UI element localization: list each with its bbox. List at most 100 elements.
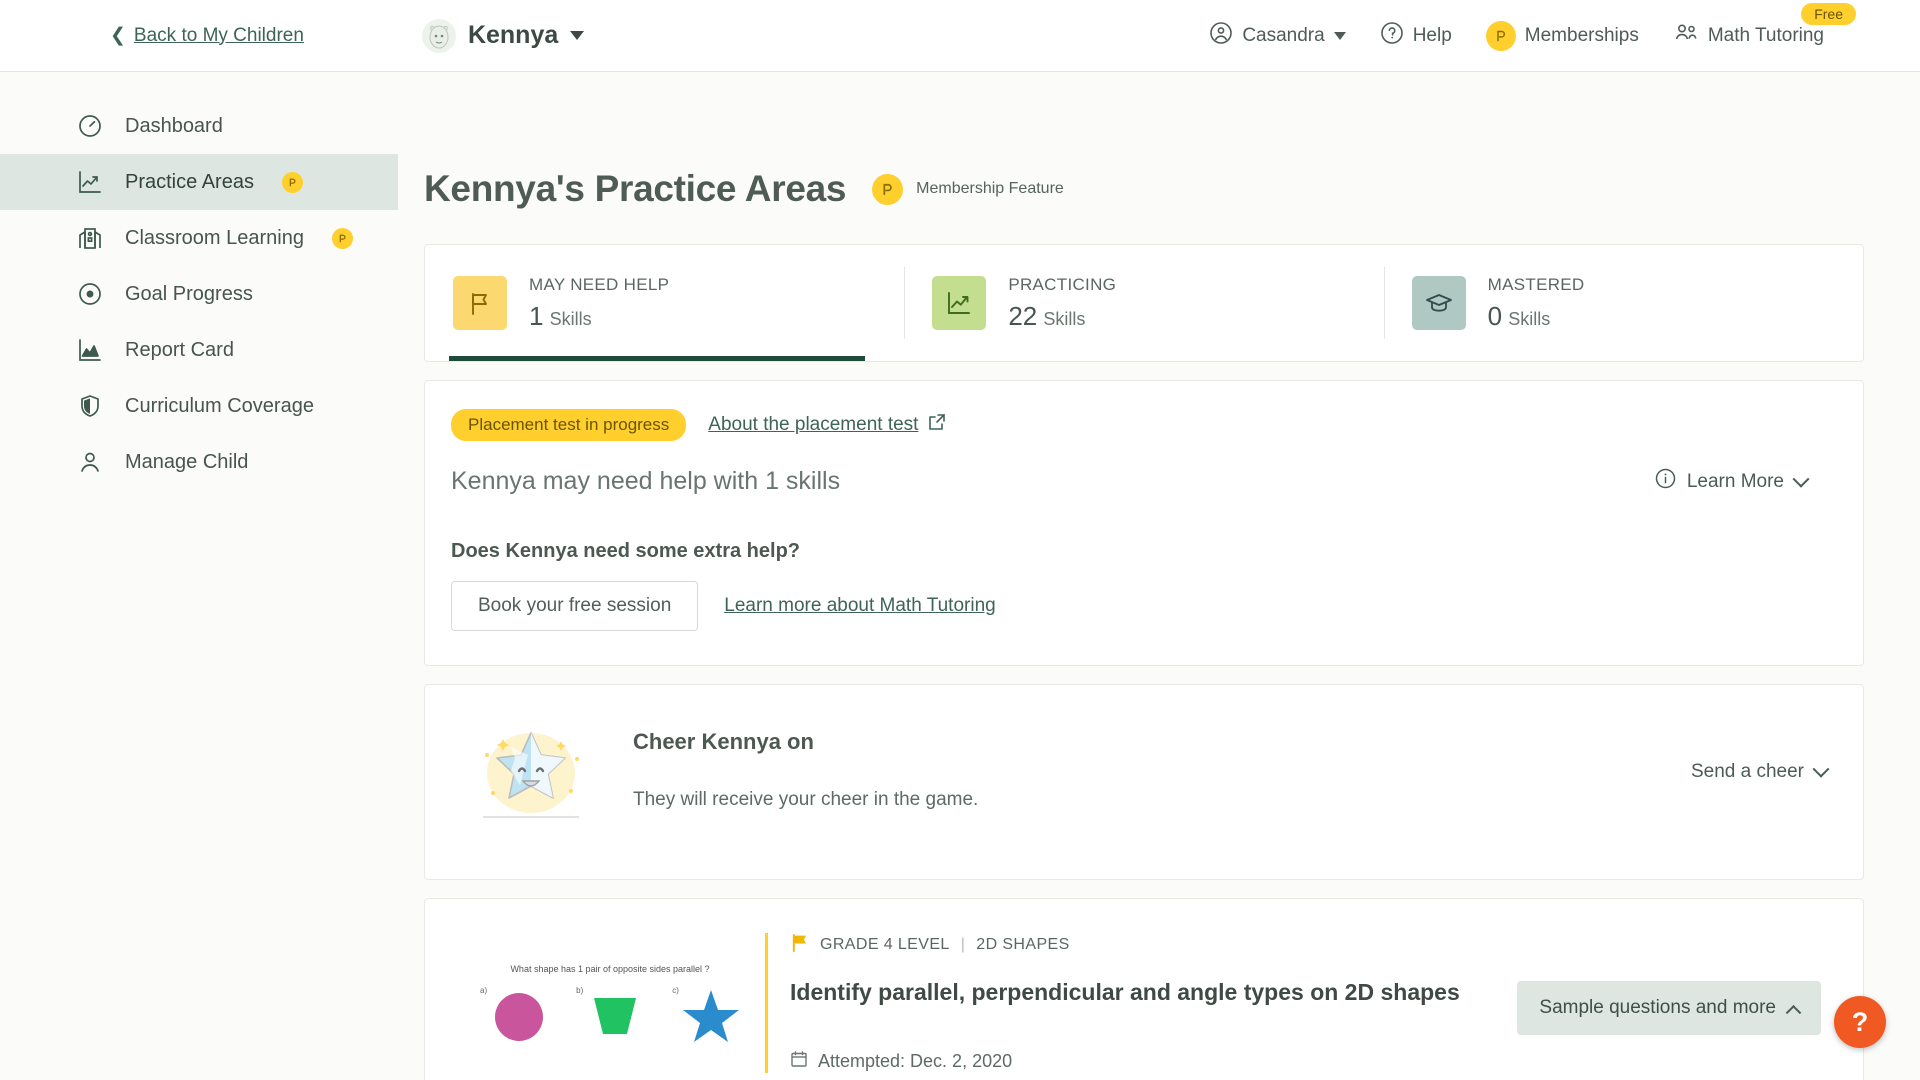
- memberships-button[interactable]: Memberships: [1485, 20, 1639, 51]
- learn-more-label: Learn More: [1686, 470, 1784, 492]
- memberships-label: Memberships: [1524, 24, 1639, 46]
- page-header: Kennya's Practice Areas Membership Featu…: [424, 168, 1864, 210]
- thumbnail-option-c: c): [672, 984, 740, 1042]
- learn-more-math-tutoring-link[interactable]: Learn more about Math Tutoring: [724, 595, 995, 617]
- sidebar-item-practice-areas[interactable]: Practice Areas: [0, 154, 398, 210]
- thumbnail-option-b: b): [576, 984, 644, 1042]
- sidebar-item-label: Dashboard: [125, 114, 223, 137]
- info-circle-icon: [1655, 468, 1676, 495]
- top-navigation-bar: ❮ Back to My Children Kennya Casandra He…: [0, 0, 1920, 72]
- shield-icon: [76, 393, 103, 420]
- school-building-icon: [76, 225, 103, 252]
- option-letter: a): [480, 986, 488, 995]
- skill-card: What shape has 1 pair of opposite sides …: [424, 898, 1864, 1080]
- chevron-down-icon: [570, 31, 585, 40]
- membership-feature-tag: Membership Feature: [872, 173, 1064, 205]
- chevron-down-icon: [1812, 760, 1830, 778]
- math-tutoring-label: Math Tutoring: [1707, 24, 1824, 46]
- skill-status-summary-card: MAY NEED HELP 1 Skills PRACTICING 22 Ski…: [424, 244, 1864, 362]
- cheer-subtitle: They will receive your cheer in the game…: [633, 789, 979, 810]
- child-selector[interactable]: Kennya: [421, 18, 585, 53]
- stat-count: 0: [1487, 300, 1503, 331]
- stat-unit: Skills: [1508, 308, 1551, 329]
- trend-chart-icon: [932, 276, 987, 330]
- stat-practicing[interactable]: PRACTICING 22 Skills: [904, 245, 1383, 361]
- extra-help-question: Does Kennya need some extra help?: [451, 540, 801, 562]
- learn-more-toggle[interactable]: Learn More: [1655, 468, 1810, 495]
- external-link-icon: [928, 413, 946, 437]
- placement-test-card: Placement test in progress About the pla…: [424, 380, 1864, 666]
- back-link-label: Back to My Children: [133, 24, 304, 46]
- account-name-label: Casandra: [1242, 24, 1325, 46]
- sidebar-item-label: Manage Child: [125, 450, 249, 473]
- sidebar-navigation: Dashboard Practice Areas Classroom Learn…: [0, 72, 398, 1080]
- stat-mastered[interactable]: MASTERED 0 Skills: [1383, 245, 1863, 361]
- premium-badge-icon: [281, 171, 303, 193]
- sidebar-item-label: Report Card: [125, 338, 234, 361]
- placement-heading: Kennya may need help with 1 skills: [451, 467, 841, 495]
- person-icon: [76, 449, 103, 476]
- about-placement-test-link[interactable]: About the placement test: [708, 413, 946, 437]
- sample-questions-toggle[interactable]: Sample questions and more: [1517, 981, 1821, 1035]
- cheer-card: Cheer Kennya on They will receive your c…: [424, 684, 1864, 880]
- back-to-my-children-link[interactable]: ❮ Back to My Children: [110, 25, 304, 47]
- top-navigation-right-group: Casandra Help Memberships Math Tutoring …: [1209, 2, 1856, 51]
- stat-count: 1: [529, 300, 544, 331]
- chevron-up-icon: [1785, 1004, 1802, 1021]
- help-support-fab[interactable]: ?: [1834, 996, 1886, 1048]
- skill-topic-label: 2D SHAPES: [976, 936, 1070, 953]
- thumbnail-question-text: What shape has 1 pair of opposite sides …: [510, 964, 710, 974]
- stat-may-need-help[interactable]: MAY NEED HELP 1 Skills: [425, 245, 904, 361]
- account-circle-icon: [1209, 21, 1233, 51]
- sidebar-item-curriculum-coverage[interactable]: Curriculum Coverage: [0, 378, 398, 434]
- stat-unit: Skills: [549, 308, 592, 329]
- math-tutoring-button[interactable]: Math Tutoring Free: [1673, 2, 1856, 51]
- sidebar-item-label: Practice Areas: [125, 170, 254, 193]
- chevron-down-icon: [1792, 470, 1810, 488]
- graduation-cap-icon: [1411, 276, 1466, 330]
- account-menu[interactable]: Casandra: [1209, 21, 1346, 51]
- stat-label: MASTERED: [1487, 274, 1585, 294]
- cheering-star-illustration: [467, 721, 595, 821]
- chevron-down-icon: [1333, 31, 1346, 40]
- stat-count: 22: [1008, 300, 1038, 331]
- book-free-session-button[interactable]: Book your free session: [451, 581, 699, 631]
- free-badge: Free: [1801, 2, 1856, 25]
- send-cheer-label: Send a cheer: [1690, 761, 1804, 782]
- thumbnail-option-a: a): [480, 984, 548, 1042]
- question-circle-icon: [1380, 21, 1404, 51]
- membership-feature-label: Membership Feature: [916, 180, 1064, 197]
- option-letter: c): [672, 986, 679, 995]
- flag-icon: [790, 933, 809, 957]
- about-placement-test-label: About the placement test: [708, 414, 919, 435]
- child-name-label: Kennya: [467, 21, 559, 49]
- premium-badge-icon: [872, 173, 904, 205]
- sample-questions-label: Sample questions and more: [1539, 997, 1776, 1018]
- calendar-icon: [790, 1050, 808, 1073]
- meta-separator: |: [960, 936, 966, 953]
- skill-grade-label: GRADE 4 LEVEL: [820, 936, 950, 953]
- avatar: [421, 18, 456, 53]
- stat-label: MAY NEED HELP: [529, 274, 670, 294]
- help-label: Help: [1412, 24, 1452, 46]
- sidebar-item-report-card[interactable]: Report Card: [0, 322, 398, 378]
- people-icon: [1673, 21, 1699, 51]
- target-icon: [76, 281, 103, 308]
- sidebar-item-manage-child[interactable]: Manage Child: [0, 434, 398, 490]
- sidebar-item-dashboard[interactable]: Dashboard: [0, 98, 398, 154]
- help-button[interactable]: Help: [1380, 21, 1452, 51]
- area-chart-icon: [76, 337, 103, 364]
- chevron-left-icon: ❮: [110, 25, 126, 46]
- stat-unit: Skills: [1043, 308, 1086, 329]
- trend-chart-icon: [76, 169, 103, 196]
- sidebar-item-classroom-learning[interactable]: Classroom Learning: [0, 210, 398, 266]
- stat-label: PRACTICING: [1008, 274, 1117, 294]
- status-badge: Placement test in progress: [451, 409, 687, 441]
- skill-question-thumbnail: What shape has 1 pair of opposite sides …: [455, 933, 765, 1073]
- sidebar-item-goal-progress[interactable]: Goal Progress: [0, 266, 398, 322]
- cheer-title: Cheer Kennya on: [633, 729, 814, 754]
- premium-badge-icon: [331, 227, 353, 249]
- main-content: Kennya's Practice Areas Membership Featu…: [398, 72, 1920, 1080]
- send-a-cheer-toggle[interactable]: Send a cheer: [1690, 760, 1830, 783]
- page-title: Kennya's Practice Areas: [424, 168, 847, 209]
